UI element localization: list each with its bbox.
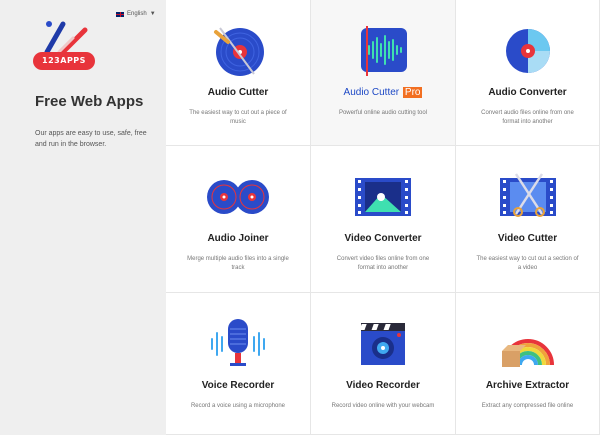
logo[interactable]: 123APPS [33, 16, 95, 72]
app-description: Merge multiple audio files into a single… [187, 256, 289, 271]
language-selector[interactable]: English ▼ [116, 11, 156, 17]
app-card-voice-recorder[interactable]: Voice Recorder Record a voice using a mi… [166, 293, 311, 435]
swiss-knife-icon [44, 21, 88, 55]
app-name: Video Converter [344, 233, 422, 244]
app-card-video-cutter[interactable]: Video Cutter The easiest way to cut out … [456, 146, 600, 293]
audio-cutter-pro-icon [361, 26, 407, 76]
app-description: Convert video files online from one form… [336, 256, 430, 271]
app-name: Audio Cutter Pro [311, 87, 455, 98]
video-converter-icon [355, 178, 411, 216]
app-name: Voice Recorder [201, 380, 275, 391]
app-description: The easiest way to cut out a section of … [476, 256, 579, 271]
page: English ▼ 123APPS Free Web Apps Our apps… [0, 0, 600, 435]
caret-down-icon: ▼ [149, 11, 156, 17]
audio-converter-icon [505, 29, 550, 73]
app-card-audio-cutter[interactable]: Audio Cutter The easiest way to cut out … [166, 0, 311, 146]
app-card-video-converter[interactable]: Video Converter Convert video files onli… [311, 146, 456, 293]
uk-flag-icon [116, 11, 124, 17]
app-card-audio-cutter-pro[interactable]: Audio Cutter Pro Powerful online audio c… [311, 0, 456, 146]
app-name: Audio Converter [488, 87, 567, 98]
app-description: Powerful online audio cutting tool [338, 110, 428, 116]
app-description: Convert audio files online from one form… [481, 110, 574, 125]
sidebar-description: Our apps are easy to use, safe, free and… [35, 130, 147, 148]
microphone-icon [211, 319, 265, 366]
app-card-audio-converter[interactable]: Audio Converter Convert audio files onli… [456, 0, 600, 146]
pro-badge: Pro [402, 87, 423, 98]
app-name-text: Audio Cutter [343, 87, 400, 98]
language-label: English [127, 11, 147, 17]
app-name: Video Cutter [497, 233, 558, 244]
archive-extractor-icon [501, 339, 554, 367]
app-description: Extract any compressed file online [481, 403, 574, 409]
app-name: Audio Joiner [207, 233, 269, 244]
audio-cutter-icon [214, 27, 264, 76]
app-name: Video Recorder [346, 380, 420, 391]
app-description: Record a voice using a microphone [190, 403, 286, 409]
app-name: Archive Extractor [485, 380, 570, 391]
app-description: The easiest way to cut out a piece of mu… [189, 110, 287, 125]
app-card-archive-extractor[interactable]: Archive Extractor Extract any compressed… [456, 293, 600, 435]
app-name: Audio Cutter [207, 87, 269, 98]
video-recorder-icon [359, 323, 405, 365]
audio-joiner-icon [207, 180, 269, 214]
app-description: Record video online with your webcam [331, 403, 435, 409]
page-title: Free Web Apps [35, 93, 144, 110]
app-card-audio-joiner[interactable]: Audio Joiner Merge multiple audio files … [166, 146, 311, 293]
apps-grid: Audio Cutter The easiest way to cut out … [166, 0, 600, 435]
video-cutter-icon [499, 173, 556, 217]
logo-badge: 123APPS [33, 52, 95, 70]
app-card-video-recorder[interactable]: Video Recorder Record video online with … [311, 293, 456, 435]
sidebar: English ▼ 123APPS Free Web Apps Our apps… [0, 0, 166, 435]
